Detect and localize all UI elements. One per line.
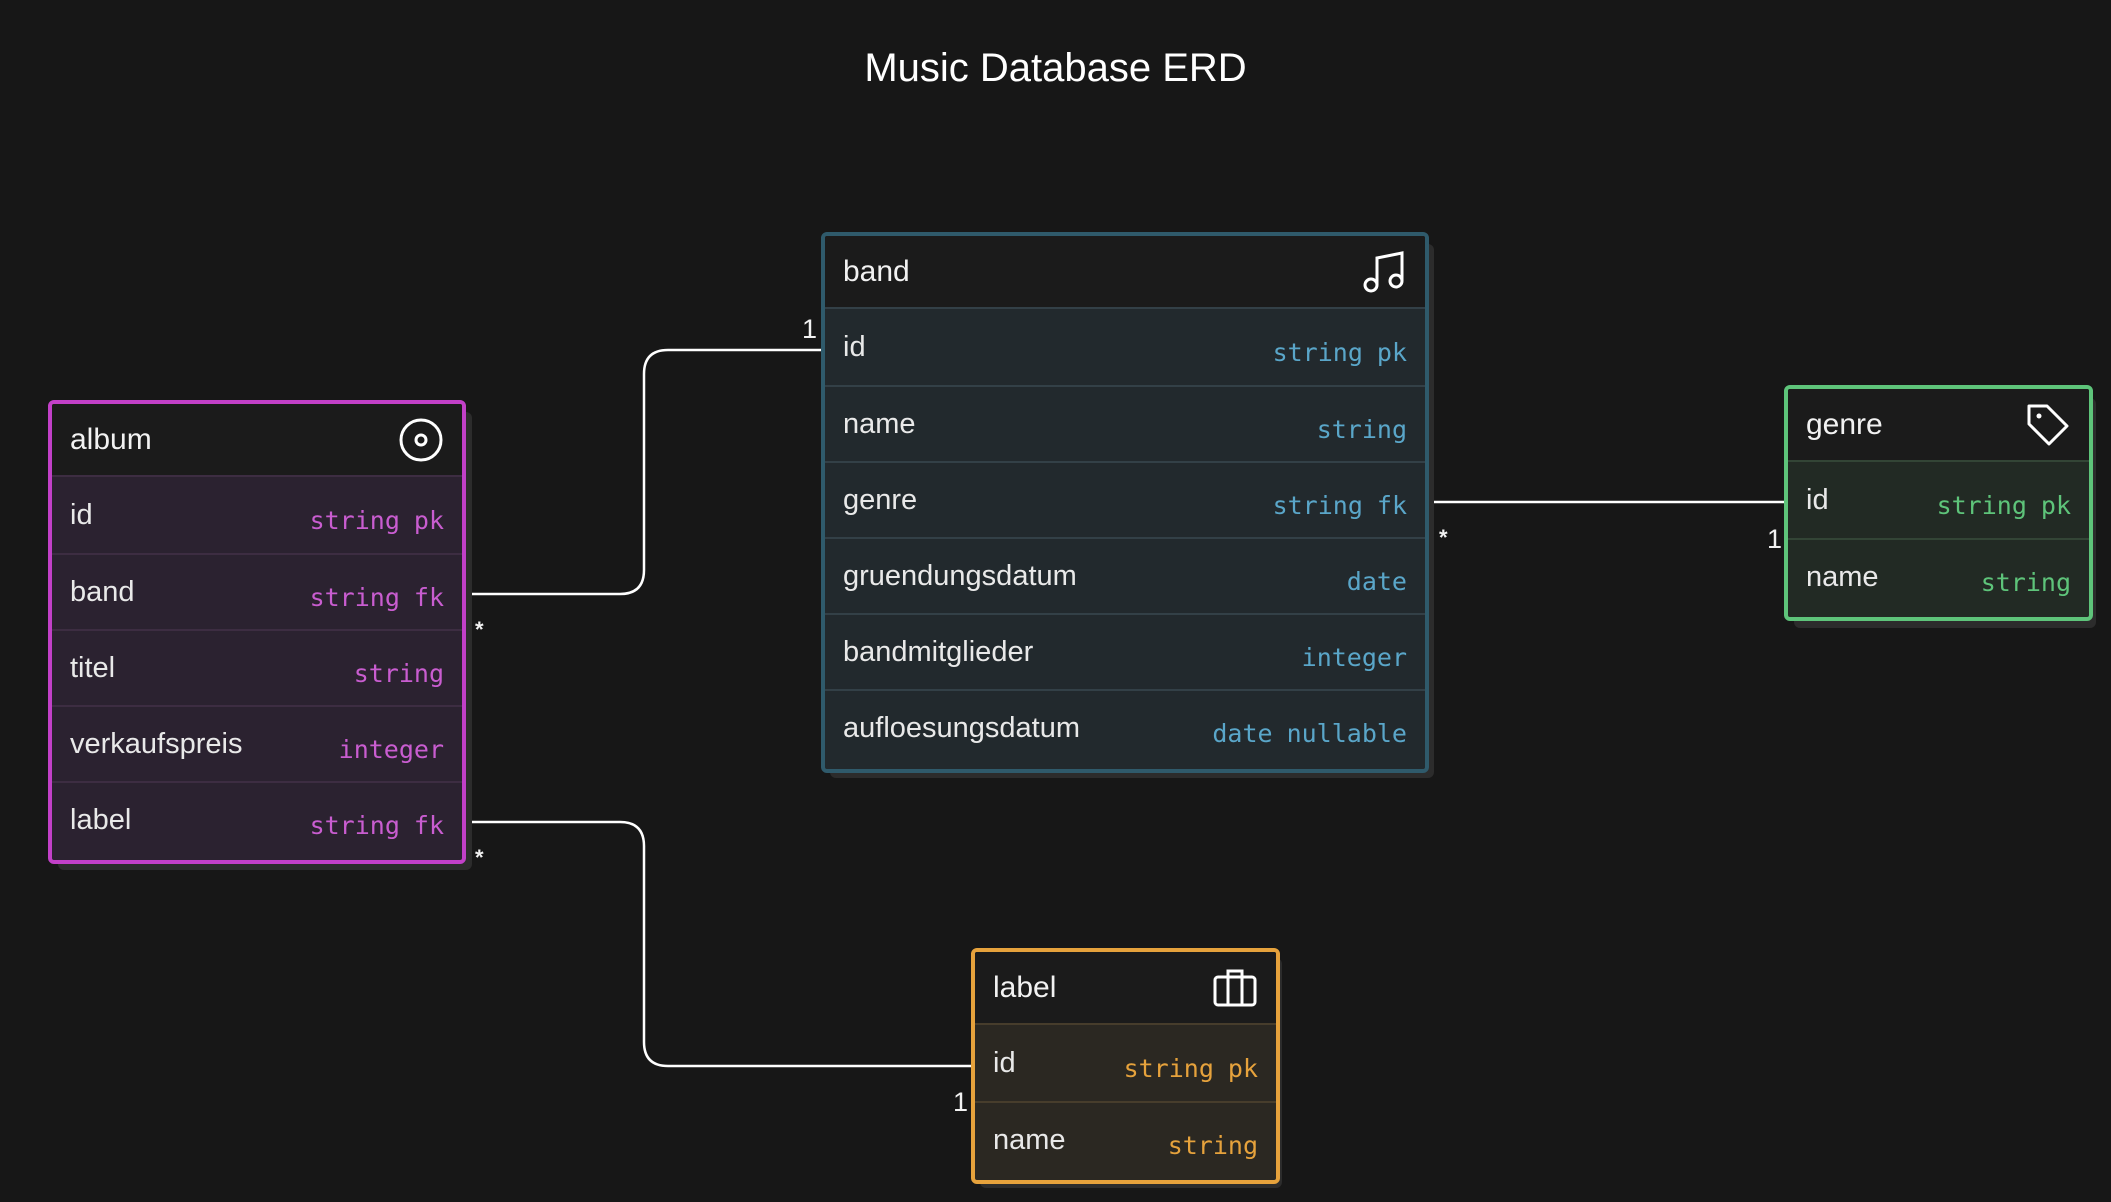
field-row[interactable]: id string pk [825, 309, 1425, 385]
field-row[interactable]: verkaufspreis integer [52, 705, 462, 781]
cardinality-album-band-many: * [475, 617, 484, 642]
field-type: string fk [310, 811, 444, 840]
field-type: string fk [310, 583, 444, 612]
entity-band[interactable]: band id string pk name string genre string fk gr… [821, 232, 1429, 773]
field-row[interactable]: band string fk [52, 553, 462, 629]
field-row[interactable]: genre string fk [825, 461, 1425, 537]
field-type: integer [1302, 643, 1407, 672]
field-row[interactable]: id string pk [1788, 462, 2089, 538]
entity-title: label [993, 970, 1057, 1004]
field-type: string [1168, 1131, 1258, 1160]
field-type: string pk [310, 506, 444, 535]
field-type: date [1347, 567, 1407, 596]
field-datatype: string [309, 582, 400, 612]
field-name: name [1806, 560, 1879, 593]
field-datatype: string [1316, 414, 1407, 444]
field-name: titel [70, 651, 116, 684]
field-row[interactable]: name string [975, 1101, 1276, 1177]
field-datatype: string [1980, 567, 2071, 597]
field-row[interactable]: aufloesungsdatum date nullable [825, 689, 1425, 765]
field-row[interactable]: label string fk [52, 781, 462, 857]
field-name: label [70, 803, 132, 836]
field-name: verkaufspreis [70, 727, 243, 760]
music-note-icon [1361, 249, 1407, 295]
tag-icon [2025, 402, 2071, 448]
field-name: id [70, 498, 93, 531]
field-type: string fk [1273, 491, 1407, 520]
field-type: string [354, 659, 444, 688]
field-type: string [1981, 568, 2071, 597]
field-key: fk [413, 582, 444, 612]
field-datatype: string [1167, 1130, 1258, 1160]
field-datatype: string [309, 810, 400, 840]
field-type: string pk [1124, 1054, 1258, 1083]
field-datatype: string [1272, 490, 1363, 520]
link-album-label [457, 820, 983, 1068]
disc-icon [398, 417, 444, 463]
field-datatype: string [309, 505, 400, 535]
field-row[interactable]: name string [1788, 538, 2089, 614]
entity-album[interactable]: album id string pk band string fk titel string v… [48, 400, 466, 864]
entity-title: album [70, 422, 152, 456]
entity-title: genre [1806, 407, 1883, 441]
field-row[interactable]: id string pk [52, 477, 462, 553]
field-row[interactable]: titel string [52, 629, 462, 705]
field-datatype: string [353, 658, 444, 688]
field-row[interactable]: id string pk [975, 1025, 1276, 1101]
field-datatype: date [1346, 566, 1407, 596]
field-name: band [70, 575, 135, 608]
field-datatype: integer [338, 734, 444, 764]
entity-label[interactable]: label id string pk name string [971, 948, 1280, 1184]
field-type: date nullable [1212, 719, 1407, 748]
briefcase-icon [1212, 965, 1258, 1011]
field-name: aufloesungsdatum [843, 711, 1080, 744]
cardinality-label-one: 1 [953, 1087, 969, 1117]
field-name: id [1806, 483, 1829, 516]
field-name: genre [843, 483, 918, 516]
field-row[interactable]: bandmitglieder integer [825, 613, 1425, 689]
field-type: integer [339, 735, 444, 764]
field-key: pk [2040, 490, 2071, 520]
field-name: name [843, 407, 916, 440]
field-row[interactable]: gruendungsdatum date [825, 537, 1425, 613]
entity-header: label [975, 952, 1276, 1025]
cardinality-band-one: 1 [802, 314, 818, 344]
field-key: pk [413, 505, 444, 535]
cardinality-band-genre-many: * [1439, 525, 1448, 550]
field-name: id [993, 1046, 1016, 1079]
entity-header: genre [1788, 389, 2089, 462]
entity-header: band [825, 236, 1425, 309]
field-datatype: string [1123, 1053, 1214, 1083]
field-datatype: integer [1301, 642, 1407, 672]
field-datatype: string [1272, 337, 1363, 367]
field-key: fk [413, 810, 444, 840]
field-name: name [993, 1123, 1066, 1156]
entity-header: album [52, 404, 462, 477]
field-key: nullable [1286, 718, 1407, 748]
field-row[interactable]: name string [825, 385, 1425, 461]
cardinality-genre-one: 1 [1767, 524, 1783, 554]
field-type: string [1317, 415, 1407, 444]
link-album-band [457, 348, 831, 596]
field-datatype: date [1212, 718, 1273, 748]
field-datatype: string [1936, 490, 2027, 520]
field-name: gruendungsdatum [843, 559, 1077, 592]
cardinality-album-label-many: * [475, 845, 484, 870]
field-key: fk [1376, 490, 1407, 520]
field-type: string pk [1937, 491, 2071, 520]
entity-genre[interactable]: genre id string pk name string [1784, 385, 2093, 621]
field-key: pk [1376, 337, 1407, 367]
entity-title: band [843, 254, 910, 288]
field-name: bandmitglieder [843, 635, 1034, 668]
field-key: pk [1227, 1053, 1258, 1083]
field-name: id [843, 330, 866, 363]
field-type: string pk [1273, 338, 1407, 367]
